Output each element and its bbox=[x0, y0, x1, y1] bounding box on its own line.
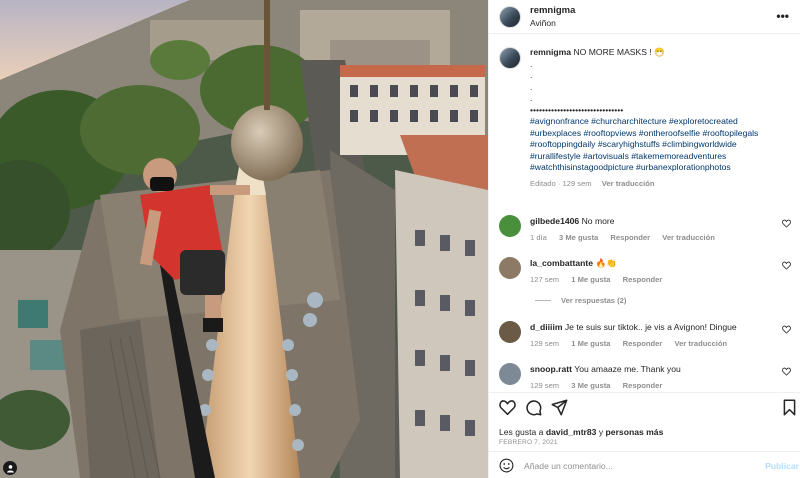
comment-username[interactable]: gilbede1406 bbox=[530, 216, 579, 226]
caption-dot-line: . bbox=[530, 93, 533, 103]
likes-middle: y bbox=[598, 427, 604, 437]
comment-time[interactable]: 129 sem bbox=[530, 339, 559, 348]
post-modal: remnigma Aviñon ••• remnigma NO MORE MAS… bbox=[0, 0, 800, 478]
post-username[interactable]: remnigma bbox=[530, 5, 575, 17]
comments-list[interactable]: remnigma NO MORE MASKS ! 😷 . . . . •••••… bbox=[489, 35, 800, 392]
avatar[interactable] bbox=[499, 257, 521, 279]
see-translation-link[interactable]: Ver traducción bbox=[602, 179, 655, 188]
view-replies-button[interactable]: Ver respuestas (2) bbox=[535, 296, 626, 305]
reply-button[interactable]: Responder bbox=[623, 381, 663, 390]
caption-dot-line: . bbox=[530, 81, 533, 92]
more-icon[interactable]: ••• bbox=[776, 9, 789, 23]
caption-meta: Editado · 129 sem Ver traducción bbox=[530, 178, 788, 190]
replies-divider bbox=[535, 300, 551, 301]
likes-user[interactable]: david_mtr83 bbox=[546, 427, 597, 437]
publish-button[interactable]: Publicar bbox=[765, 461, 799, 471]
comment-likes[interactable]: 3 Me gusta bbox=[571, 381, 610, 390]
reply-button[interactable]: Responder bbox=[623, 275, 663, 284]
caption-username[interactable]: remnigma bbox=[530, 47, 571, 57]
see-translation-link[interactable]: Ver traducción bbox=[674, 339, 727, 348]
comment-item: d_diiiim Je te suis sur tiktok.. je vis … bbox=[499, 321, 791, 350]
caption-edited: Editado · 129 sem bbox=[530, 178, 592, 188]
rooftop-selfie-image bbox=[0, 0, 488, 478]
comment-text: 🔥👏 bbox=[595, 258, 617, 268]
avatar[interactable] bbox=[499, 215, 521, 237]
reply-button[interactable]: Responder bbox=[623, 339, 663, 348]
comment-time[interactable]: 1 día bbox=[530, 233, 547, 242]
comment-text: Je te suis sur tiktok.. je vis a Avignon… bbox=[564, 322, 737, 332]
caption-hashtags[interactable]: #avignonfrance #churcharchitecture #expl… bbox=[530, 116, 788, 174]
heart-icon[interactable] bbox=[499, 399, 516, 416]
comment-item: gilbede1406 No more 1 día 3 Me gusta Res… bbox=[499, 215, 791, 244]
post-date[interactable]: FEBRERO 7, 2021 bbox=[499, 439, 558, 446]
comment-item: snoop.ratt You amaaze me. Thank you 129 … bbox=[499, 363, 791, 392]
post-side-panel: remnigma Aviñon ••• remnigma NO MORE MAS… bbox=[488, 0, 800, 478]
share-icon[interactable] bbox=[551, 399, 568, 416]
comment-text: No more bbox=[581, 216, 615, 226]
add-comment-bar: Publicar bbox=[489, 451, 800, 478]
comment-likes[interactable]: 1 Me gusta bbox=[571, 339, 610, 348]
comment-input[interactable] bbox=[524, 460, 744, 471]
heart-icon[interactable] bbox=[782, 219, 791, 228]
likes-summary: Les gusta a david_mtr83 y personas más bbox=[499, 427, 663, 437]
comment-username[interactable]: snoop.ratt bbox=[530, 364, 572, 374]
comment-item: la_combattante 🔥👏 127 sem 1 Me gusta Res… bbox=[499, 257, 791, 286]
bookmark-icon[interactable] bbox=[782, 399, 797, 416]
heart-icon[interactable] bbox=[782, 367, 791, 376]
see-translation-link[interactable]: Ver traducción bbox=[662, 233, 715, 242]
user-tag-icon bbox=[6, 464, 14, 473]
post-header: remnigma Aviñon ••• bbox=[489, 0, 800, 34]
reply-button[interactable]: Responder bbox=[610, 233, 650, 242]
comment-icon[interactable] bbox=[525, 399, 542, 416]
comment-username[interactable]: la_combattante bbox=[530, 258, 593, 268]
caption-bullet-line: ••••••••••••••••••••••••••••••• bbox=[530, 104, 624, 115]
heart-icon[interactable] bbox=[782, 261, 791, 270]
comment-time[interactable]: 129 sem bbox=[530, 381, 559, 390]
likes-others[interactable]: personas más bbox=[606, 427, 664, 437]
avatar[interactable] bbox=[499, 321, 521, 343]
avatar[interactable] bbox=[499, 363, 521, 385]
avatar[interactable] bbox=[499, 5, 521, 28]
post-photo[interactable] bbox=[0, 0, 488, 478]
post-caption: remnigma NO MORE MASKS ! 😷 . . . . •••••… bbox=[499, 47, 791, 189]
comment-username[interactable]: d_diiiim bbox=[530, 322, 562, 332]
likes-prefix: Les gusta a bbox=[499, 427, 544, 437]
heart-icon[interactable] bbox=[782, 325, 791, 334]
comment-time[interactable]: 127 sem bbox=[530, 275, 559, 284]
post-location[interactable]: Aviñon bbox=[530, 17, 575, 29]
comment-likes[interactable]: 3 Me gusta bbox=[559, 233, 598, 242]
view-replies-label[interactable]: Ver respuestas (2) bbox=[561, 296, 626, 305]
comment-likes[interactable]: 1 Me gusta bbox=[571, 275, 610, 284]
comment-text: You amaaze me. Thank you bbox=[574, 364, 681, 374]
emoji-icon[interactable] bbox=[499, 458, 514, 473]
caption-dot-line: . bbox=[530, 58, 533, 69]
caption-text: NO MORE MASKS ! 😷 bbox=[573, 47, 665, 57]
caption-dot-line: . bbox=[530, 70, 533, 80]
post-actions: Les gusta a david_mtr83 y personas más F… bbox=[489, 392, 800, 478]
avatar[interactable] bbox=[499, 47, 521, 69]
user-tag-button[interactable] bbox=[3, 461, 17, 475]
